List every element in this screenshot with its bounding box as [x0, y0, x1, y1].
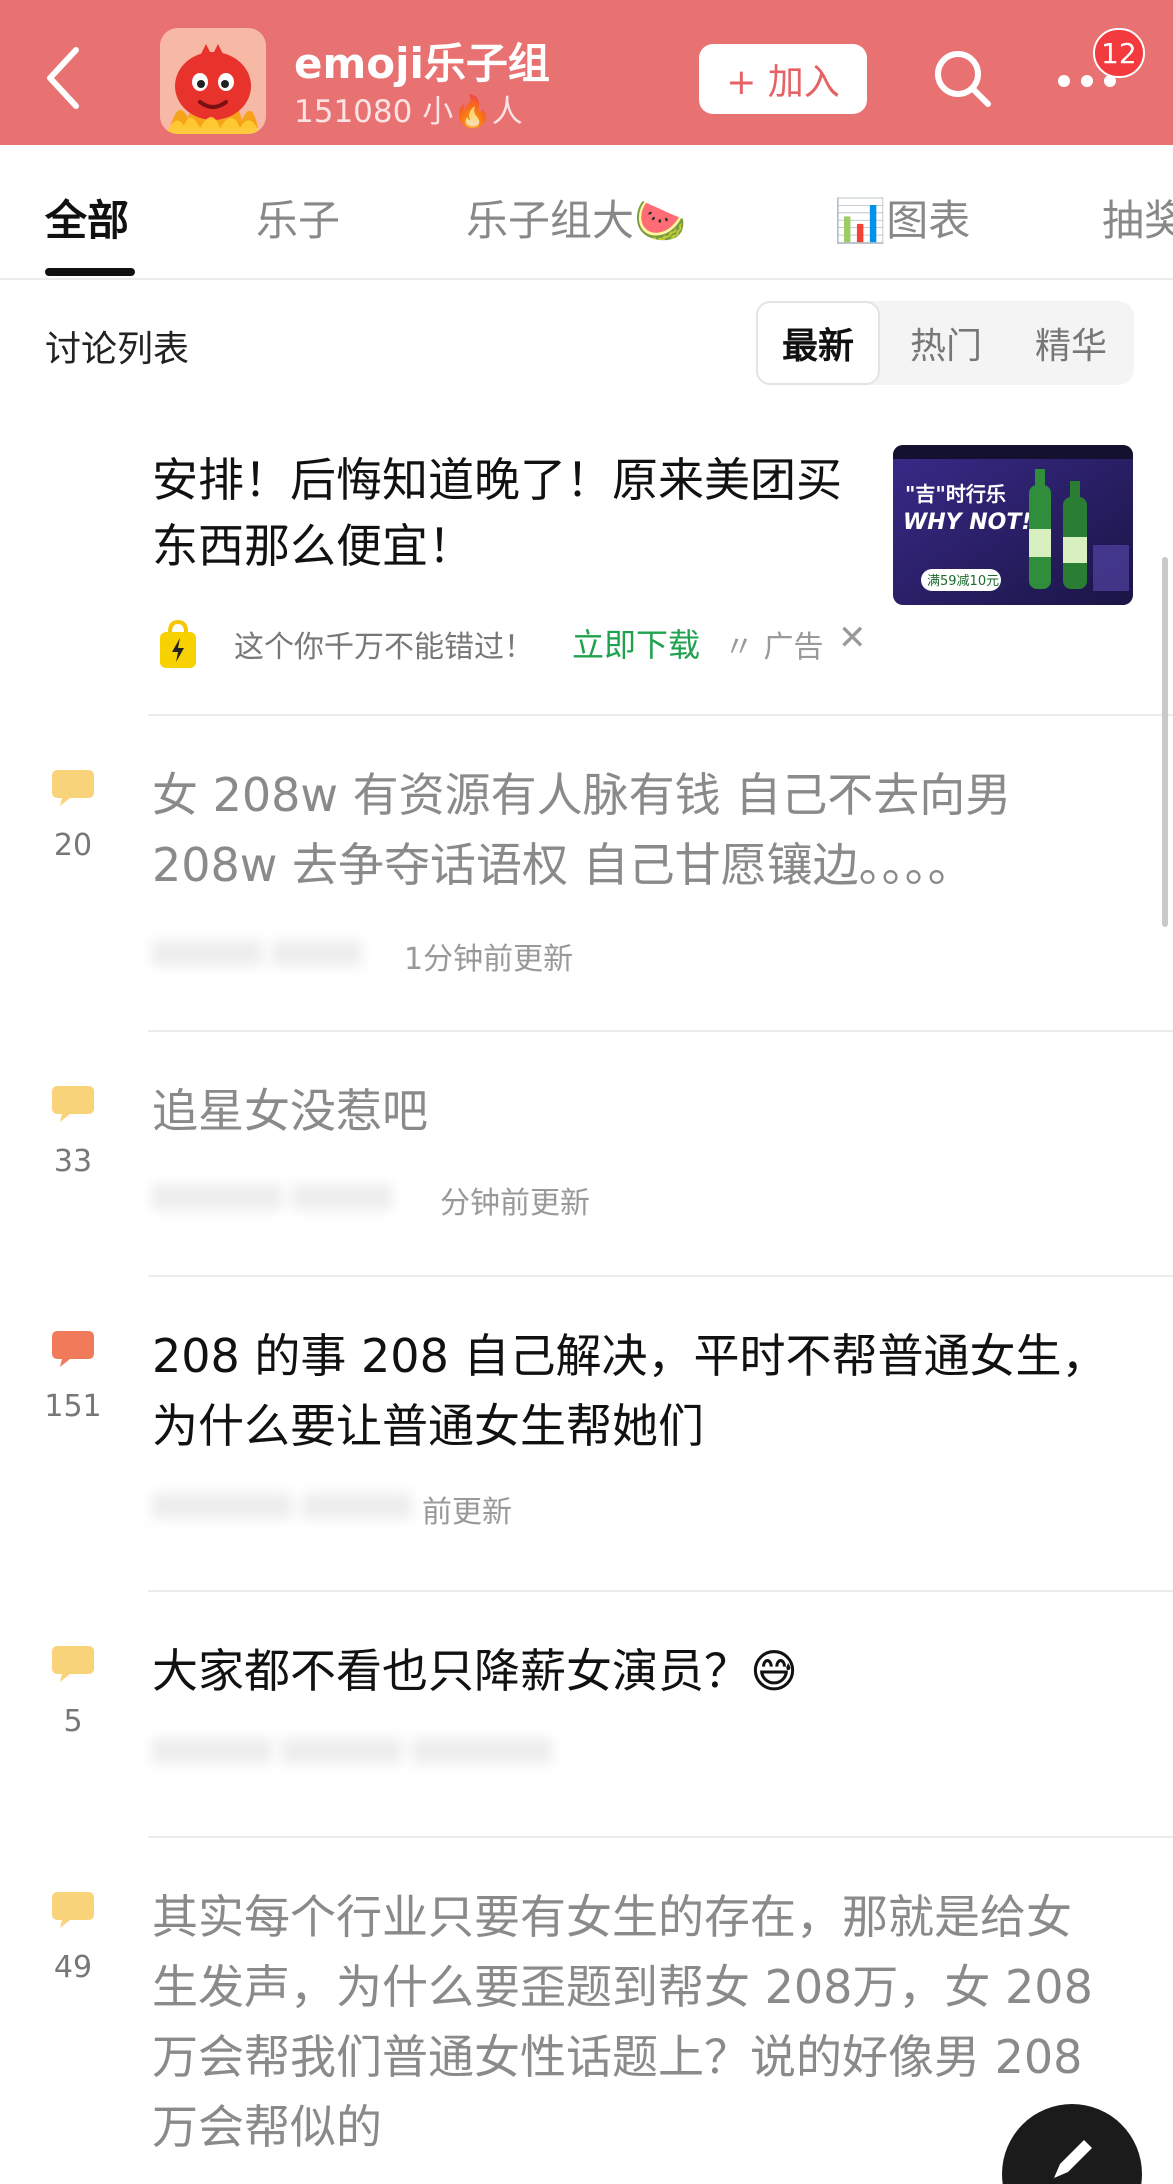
post-meta	[152, 1728, 752, 1778]
blurred-author	[282, 1738, 402, 1764]
scrollbar[interactable]	[1162, 557, 1168, 927]
sort-featured[interactable]: 精华	[1011, 301, 1131, 385]
blurred-author	[152, 940, 262, 966]
divider	[148, 1030, 1173, 1032]
tab-lezi-melon[interactable]: 乐子组大🍉	[466, 187, 686, 248]
comment-bubble-icon	[52, 1892, 94, 1928]
post-meta: 1分钟前更新	[152, 930, 752, 980]
tab-lezi[interactable]: 乐子	[256, 187, 340, 248]
comment-bubble-icon	[52, 1646, 94, 1682]
divider	[148, 1590, 1173, 1592]
sort-toggle: 最新 热门 精华	[756, 301, 1134, 385]
back-arrow-icon	[47, 47, 79, 109]
blurred-author	[152, 1184, 282, 1210]
search-icon	[935, 51, 991, 107]
ad-image-text-3: 满59减10元	[927, 574, 999, 589]
comment-count: 5	[63, 1704, 83, 1739]
comment-count: 33	[53, 1144, 93, 1179]
discussion-list-title: 讨论列表	[45, 329, 190, 370]
active-tab-indicator	[45, 268, 135, 276]
blurred-author	[302, 1493, 412, 1519]
notification-badge: 12	[1093, 28, 1145, 78]
comment-bubble-hot-icon	[52, 1331, 94, 1367]
tab-lottery[interactable]: 抽奖	[1102, 187, 1173, 248]
group-avatar[interactable]	[160, 28, 266, 134]
category-tabs: 全部 乐子 乐子组大🍉 📊图表 抽奖	[0, 145, 1173, 280]
update-time: 前更新	[422, 1495, 512, 1530]
divider	[148, 1836, 1173, 1838]
blurred-time	[412, 1738, 552, 1764]
comment-count: 151	[44, 1389, 102, 1424]
beer-promo-image: "吉"时行乐 WHY NOT! 满59减10元	[893, 445, 1133, 605]
ad-image-text-2: WHY NOT!	[903, 510, 1031, 535]
comment-bubble-icon	[52, 770, 94, 806]
group-name: emoji乐子组	[294, 39, 550, 88]
ad-image-text-1: "吉"时行乐	[905, 482, 1006, 506]
comment-count: 20	[53, 828, 93, 863]
tab-charts[interactable]: 📊图表	[834, 187, 970, 248]
post-title[interactable]: 208 的事 208 自己解决，平时不帮普通女生，为什么要让普通女生帮她们	[152, 1321, 1112, 1461]
divider	[148, 1275, 1173, 1277]
group-header: emoji乐子组 151080 小🔥人 + 加入 12	[0, 0, 1173, 145]
red-monster-avatar-icon	[160, 28, 266, 134]
divider	[148, 714, 1173, 716]
ad-mark-icon: 〃	[724, 630, 764, 665]
ad-description: 这个你千万不能错过！	[234, 630, 534, 665]
ad-title[interactable]: 安排！后悔知道晚了！原来美团买东西那么便宜！	[152, 447, 852, 579]
back-button[interactable]	[36, 38, 96, 118]
search-button[interactable]	[930, 46, 996, 112]
post-title[interactable]: 大家都不看也只降薪女演员？😅	[152, 1636, 1112, 1706]
ad-label: 〃 广告	[724, 622, 824, 666]
blurred-author	[272, 940, 362, 966]
ad-download-link[interactable]: 立即下载	[572, 620, 700, 666]
post-title[interactable]: 其实每个行业只要有女生的存在，那就是给女生发声，为什么要歪题到帮女 208万，女…	[152, 1882, 1112, 2162]
shopping-bag-icon	[160, 619, 196, 668]
post-title[interactable]: 女 208w 有资源有人脉有钱 自己不去向男 208w 去争夺话语权 自己甘愿镶…	[152, 760, 1112, 900]
sort-hot[interactable]: 热门	[886, 301, 1006, 385]
update-time: 1分钟前更新	[404, 942, 574, 977]
post-meta: 分钟前更新	[152, 1174, 752, 1224]
update-time: 分钟前更新	[440, 1186, 590, 1221]
ad-image[interactable]: "吉"时行乐 WHY NOT! 满59减10元	[893, 445, 1133, 605]
ad-meta-row: 这个你千万不能错过！ 立即下载 〃 广告 ✕	[152, 612, 1052, 672]
post-meta: 前更新	[152, 1483, 752, 1533]
member-count: 151080 小🔥人	[294, 94, 523, 130]
post-title[interactable]: 追星女没惹吧	[152, 1076, 1112, 1146]
comment-bubble-icon	[52, 1086, 94, 1122]
ad-close-button[interactable]: ✕	[838, 618, 867, 658]
pencil-icon	[1054, 2140, 1092, 2178]
blurred-author	[152, 1738, 272, 1764]
comment-count: 49	[53, 1950, 93, 1985]
app-root: emoji乐子组 151080 小🔥人 + 加入 12 全部 乐子 乐子组大🍉 …	[0, 0, 1173, 2184]
blurred-author	[152, 1493, 292, 1519]
join-button[interactable]: + 加入	[699, 44, 867, 114]
blurred-author	[292, 1184, 392, 1210]
sort-latest[interactable]: 最新	[756, 301, 880, 385]
ad-label-text: 广告	[763, 630, 824, 665]
tab-all[interactable]: 全部	[45, 187, 129, 248]
